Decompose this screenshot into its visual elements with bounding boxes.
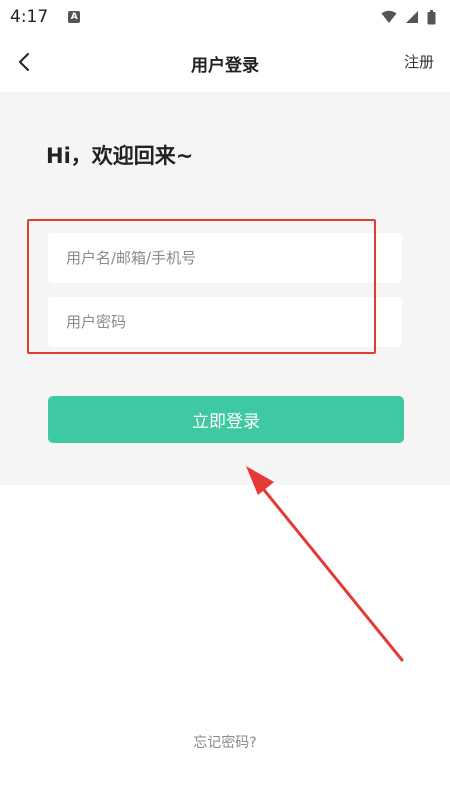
nav-header: 用户登录 注册 <box>0 34 450 92</box>
battery-icon <box>427 9 436 24</box>
page-title: 用户登录 <box>191 55 259 76</box>
login-panel: Hi，欢迎回来~ 立即登录 <box>0 92 450 485</box>
app-notification-icon: A <box>68 11 81 23</box>
login-button[interactable]: 立即登录 <box>48 396 404 443</box>
status-time: 4:17 <box>10 7 49 27</box>
password-input[interactable] <box>48 297 402 347</box>
login-screen: 4:17 A 用户登录 注册 Hi，欢迎回来~ 用户名/邮箱/手机号 立即登录 … <box>0 0 450 800</box>
chevron-left-icon <box>19 53 29 71</box>
forgot-password-link[interactable]: 忘记密码? <box>0 732 450 752</box>
cell-signal-icon <box>406 11 418 23</box>
status-icons <box>381 9 436 25</box>
greeting-text: Hi，欢迎回来~ <box>46 144 194 168</box>
register-link[interactable]: 注册 <box>404 51 434 72</box>
status-bar: 4:17 A <box>0 0 450 34</box>
username-input[interactable] <box>48 233 402 283</box>
wifi-icon <box>381 10 397 23</box>
back-button[interactable] <box>8 46 40 78</box>
